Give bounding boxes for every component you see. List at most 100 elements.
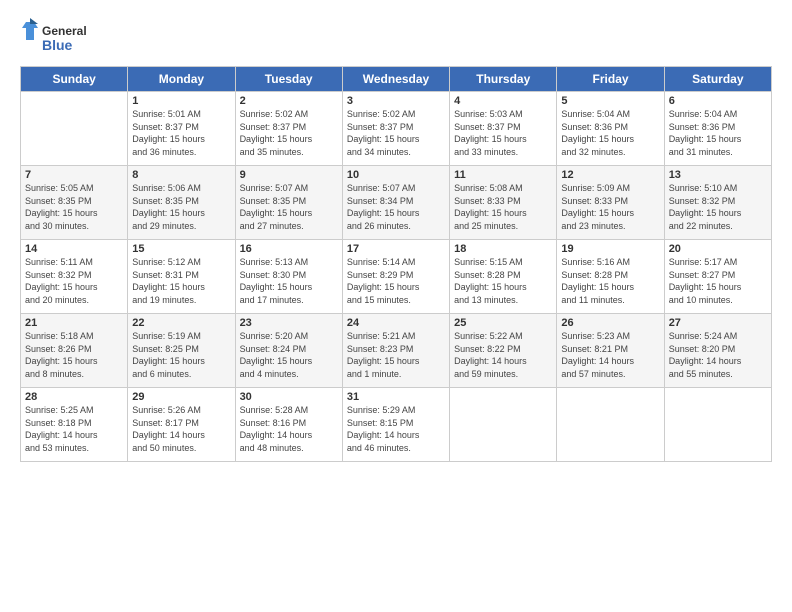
svg-text:General: General [42, 24, 87, 38]
dow-header-monday: Monday [128, 67, 235, 92]
calendar-cell [450, 388, 557, 462]
calendar-cell: 1Sunrise: 5:01 AM Sunset: 8:37 PM Daylig… [128, 92, 235, 166]
day-info: Sunrise: 5:15 AM Sunset: 8:28 PM Dayligh… [454, 256, 552, 306]
day-number: 22 [132, 317, 230, 329]
day-info: Sunrise: 5:11 AM Sunset: 8:32 PM Dayligh… [25, 256, 123, 306]
calendar-cell: 17Sunrise: 5:14 AM Sunset: 8:29 PM Dayli… [342, 240, 449, 314]
calendar-cell: 27Sunrise: 5:24 AM Sunset: 8:20 PM Dayli… [664, 314, 771, 388]
week-row-1: 1Sunrise: 5:01 AM Sunset: 8:37 PM Daylig… [21, 92, 772, 166]
calendar-cell: 26Sunrise: 5:23 AM Sunset: 8:21 PM Dayli… [557, 314, 664, 388]
day-number: 25 [454, 317, 552, 329]
week-row-4: 21Sunrise: 5:18 AM Sunset: 8:26 PM Dayli… [21, 314, 772, 388]
day-info: Sunrise: 5:01 AM Sunset: 8:37 PM Dayligh… [132, 108, 230, 158]
day-info: Sunrise: 5:14 AM Sunset: 8:29 PM Dayligh… [347, 256, 445, 306]
day-info: Sunrise: 5:03 AM Sunset: 8:37 PM Dayligh… [454, 108, 552, 158]
day-info: Sunrise: 5:05 AM Sunset: 8:35 PM Dayligh… [25, 182, 123, 232]
day-info: Sunrise: 5:02 AM Sunset: 8:37 PM Dayligh… [347, 108, 445, 158]
calendar-cell: 28Sunrise: 5:25 AM Sunset: 8:18 PM Dayli… [21, 388, 128, 462]
day-info: Sunrise: 5:02 AM Sunset: 8:37 PM Dayligh… [240, 108, 338, 158]
day-number: 20 [669, 243, 767, 255]
calendar-cell: 24Sunrise: 5:21 AM Sunset: 8:23 PM Dayli… [342, 314, 449, 388]
day-number: 16 [240, 243, 338, 255]
calendar-cell: 30Sunrise: 5:28 AM Sunset: 8:16 PM Dayli… [235, 388, 342, 462]
day-info: Sunrise: 5:07 AM Sunset: 8:35 PM Dayligh… [240, 182, 338, 232]
logo: General Blue [20, 18, 90, 60]
calendar-cell: 10Sunrise: 5:07 AM Sunset: 8:34 PM Dayli… [342, 166, 449, 240]
day-info: Sunrise: 5:17 AM Sunset: 8:27 PM Dayligh… [669, 256, 767, 306]
day-number: 6 [669, 95, 767, 107]
dow-header-sunday: Sunday [21, 67, 128, 92]
calendar-table: SundayMondayTuesdayWednesdayThursdayFrid… [20, 66, 772, 462]
day-info: Sunrise: 5:28 AM Sunset: 8:16 PM Dayligh… [240, 404, 338, 454]
day-number: 27 [669, 317, 767, 329]
calendar-cell: 21Sunrise: 5:18 AM Sunset: 8:26 PM Dayli… [21, 314, 128, 388]
day-info: Sunrise: 5:19 AM Sunset: 8:25 PM Dayligh… [132, 330, 230, 380]
days-of-week-row: SundayMondayTuesdayWednesdayThursdayFrid… [21, 67, 772, 92]
calendar-cell: 2Sunrise: 5:02 AM Sunset: 8:37 PM Daylig… [235, 92, 342, 166]
calendar-cell: 7Sunrise: 5:05 AM Sunset: 8:35 PM Daylig… [21, 166, 128, 240]
day-info: Sunrise: 5:04 AM Sunset: 8:36 PM Dayligh… [669, 108, 767, 158]
day-number: 24 [347, 317, 445, 329]
page-header: General Blue [20, 18, 772, 60]
day-number: 9 [240, 169, 338, 181]
calendar-cell: 3Sunrise: 5:02 AM Sunset: 8:37 PM Daylig… [342, 92, 449, 166]
day-number: 7 [25, 169, 123, 181]
calendar-cell: 23Sunrise: 5:20 AM Sunset: 8:24 PM Dayli… [235, 314, 342, 388]
dow-header-wednesday: Wednesday [342, 67, 449, 92]
day-number: 15 [132, 243, 230, 255]
day-number: 17 [347, 243, 445, 255]
day-info: Sunrise: 5:18 AM Sunset: 8:26 PM Dayligh… [25, 330, 123, 380]
calendar-cell: 9Sunrise: 5:07 AM Sunset: 8:35 PM Daylig… [235, 166, 342, 240]
day-info: Sunrise: 5:23 AM Sunset: 8:21 PM Dayligh… [561, 330, 659, 380]
day-number: 29 [132, 391, 230, 403]
day-number: 31 [347, 391, 445, 403]
day-number: 4 [454, 95, 552, 107]
day-number: 3 [347, 95, 445, 107]
logo-svg: General Blue [20, 18, 90, 60]
calendar-cell: 25Sunrise: 5:22 AM Sunset: 8:22 PM Dayli… [450, 314, 557, 388]
dow-header-tuesday: Tuesday [235, 67, 342, 92]
day-info: Sunrise: 5:16 AM Sunset: 8:28 PM Dayligh… [561, 256, 659, 306]
svg-text:Blue: Blue [42, 37, 73, 53]
day-info: Sunrise: 5:10 AM Sunset: 8:32 PM Dayligh… [669, 182, 767, 232]
calendar-cell: 22Sunrise: 5:19 AM Sunset: 8:25 PM Dayli… [128, 314, 235, 388]
day-info: Sunrise: 5:13 AM Sunset: 8:30 PM Dayligh… [240, 256, 338, 306]
day-info: Sunrise: 5:12 AM Sunset: 8:31 PM Dayligh… [132, 256, 230, 306]
calendar-cell [21, 92, 128, 166]
calendar-cell: 31Sunrise: 5:29 AM Sunset: 8:15 PM Dayli… [342, 388, 449, 462]
day-number: 14 [25, 243, 123, 255]
day-number: 23 [240, 317, 338, 329]
day-number: 28 [25, 391, 123, 403]
day-info: Sunrise: 5:08 AM Sunset: 8:33 PM Dayligh… [454, 182, 552, 232]
day-info: Sunrise: 5:07 AM Sunset: 8:34 PM Dayligh… [347, 182, 445, 232]
day-info: Sunrise: 5:09 AM Sunset: 8:33 PM Dayligh… [561, 182, 659, 232]
day-number: 19 [561, 243, 659, 255]
day-number: 5 [561, 95, 659, 107]
calendar-cell: 18Sunrise: 5:15 AM Sunset: 8:28 PM Dayli… [450, 240, 557, 314]
day-number: 30 [240, 391, 338, 403]
day-info: Sunrise: 5:26 AM Sunset: 8:17 PM Dayligh… [132, 404, 230, 454]
calendar-cell [557, 388, 664, 462]
week-row-3: 14Sunrise: 5:11 AM Sunset: 8:32 PM Dayli… [21, 240, 772, 314]
day-number: 18 [454, 243, 552, 255]
calendar-cell: 15Sunrise: 5:12 AM Sunset: 8:31 PM Dayli… [128, 240, 235, 314]
day-number: 21 [25, 317, 123, 329]
day-number: 26 [561, 317, 659, 329]
day-info: Sunrise: 5:25 AM Sunset: 8:18 PM Dayligh… [25, 404, 123, 454]
dow-header-thursday: Thursday [450, 67, 557, 92]
day-number: 2 [240, 95, 338, 107]
calendar-cell: 11Sunrise: 5:08 AM Sunset: 8:33 PM Dayli… [450, 166, 557, 240]
calendar-cell: 4Sunrise: 5:03 AM Sunset: 8:37 PM Daylig… [450, 92, 557, 166]
calendar-cell: 20Sunrise: 5:17 AM Sunset: 8:27 PM Dayli… [664, 240, 771, 314]
day-number: 13 [669, 169, 767, 181]
day-number: 10 [347, 169, 445, 181]
day-number: 12 [561, 169, 659, 181]
day-number: 1 [132, 95, 230, 107]
day-number: 11 [454, 169, 552, 181]
day-info: Sunrise: 5:20 AM Sunset: 8:24 PM Dayligh… [240, 330, 338, 380]
calendar-cell: 16Sunrise: 5:13 AM Sunset: 8:30 PM Dayli… [235, 240, 342, 314]
calendar-cell: 19Sunrise: 5:16 AM Sunset: 8:28 PM Dayli… [557, 240, 664, 314]
day-info: Sunrise: 5:21 AM Sunset: 8:23 PM Dayligh… [347, 330, 445, 380]
day-number: 8 [132, 169, 230, 181]
calendar-cell: 5Sunrise: 5:04 AM Sunset: 8:36 PM Daylig… [557, 92, 664, 166]
